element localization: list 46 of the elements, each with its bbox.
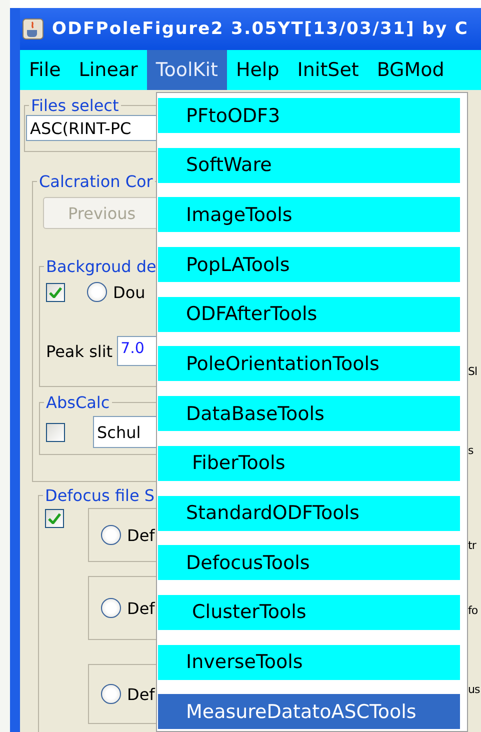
menu-option[interactable]: PFtoODF3: [158, 98, 460, 133]
radio-label: Def: [127, 684, 155, 704]
clipped-text: s: [468, 444, 474, 457]
menu-item[interactable]: Linear: [70, 50, 147, 90]
radio-button[interactable]: [101, 684, 121, 704]
menu-option[interactable]: ClusterTools: [158, 594, 460, 630]
window-title: ODFPoleFigure2 3.05YT[13/03/31] by C: [52, 19, 469, 39]
clipped-text: us: [468, 683, 481, 696]
menu-option[interactable]: StandardODFTools: [158, 496, 460, 530]
radio-button[interactable]: [87, 282, 107, 302]
menu-option[interactable]: FiberTools: [158, 446, 460, 481]
menu-option[interactable]: DataBaseTools: [158, 396, 460, 432]
clipped-text: tr: [468, 539, 478, 552]
clipped-text: Sl: [468, 365, 478, 378]
group-label: Calcration Cor: [38, 172, 154, 191]
checkbox[interactable]: [45, 509, 64, 528]
group-label: AbsCalc: [45, 393, 111, 412]
menu-option[interactable]: PopLATools: [158, 247, 460, 282]
checkbox[interactable]: [46, 422, 65, 442]
menu-option[interactable]: InverseTools: [158, 644, 460, 680]
radio-button[interactable]: [101, 598, 121, 618]
field-label: Peak slit: [46, 342, 113, 360]
java-cup-icon: [22, 18, 44, 40]
menu-item[interactable]: Help: [226, 50, 288, 90]
menu-option[interactable]: ImageTools: [158, 197, 460, 232]
menu-option[interactable]: ODFAfterTools: [158, 296, 460, 332]
file-type-dropdown[interactable]: ASC(RINT-PC: [26, 115, 156, 141]
group-label: Files select: [30, 96, 120, 115]
menu-option[interactable]: PoleOrientationTools: [158, 346, 460, 382]
menu-item[interactable]: BGMod: [368, 50, 454, 90]
menu-option[interactable]: DefocusTools: [158, 545, 460, 580]
menu-option[interactable]: MeasureDatatoASCTools: [158, 694, 460, 730]
radio-label: Def: [127, 598, 155, 618]
radio-label: Def: [127, 526, 155, 544]
menu-item[interactable]: File: [20, 50, 70, 90]
radio-button[interactable]: [101, 525, 121, 545]
menu-item[interactable]: InitSet: [288, 50, 368, 90]
menu-option[interactable]: SoftWare: [158, 148, 460, 183]
radio-label: Dou: [113, 282, 146, 302]
peak-slit-field[interactable]: 7.0: [116, 336, 156, 366]
group-label: Defocus file S: [44, 486, 156, 505]
menu-item[interactable]: ToolKit: [146, 50, 227, 90]
group-label: Backgroud de: [45, 257, 156, 276]
abs-calc-dropdown[interactable]: Schul: [93, 416, 156, 448]
clipped-text: fo: [468, 604, 479, 617]
checkbox[interactable]: [46, 282, 65, 302]
